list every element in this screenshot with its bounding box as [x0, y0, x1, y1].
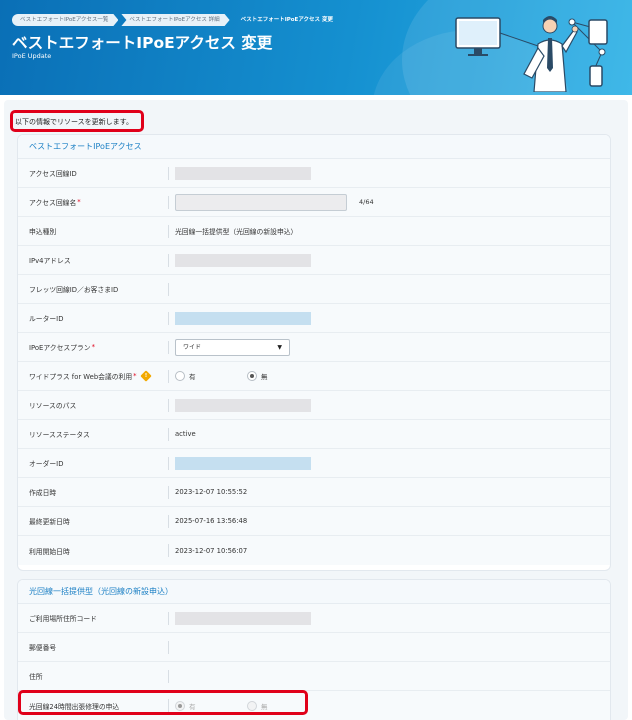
field-value	[175, 449, 311, 477]
row-postal-code: 郵便番号	[18, 633, 610, 662]
radio-button[interactable]	[175, 371, 185, 381]
row-order-id: オーダーID	[18, 449, 610, 478]
row-router-id: ルーターID	[18, 304, 610, 333]
radio-button-checked	[175, 700, 185, 711]
char-counter: 4/64	[359, 198, 374, 206]
row-started-at: 利用開始日時 2023-12-07 10:56:07	[18, 536, 610, 565]
field-value: active	[175, 430, 196, 438]
field-label: オーダーID	[29, 460, 64, 468]
field-value: 4/64	[175, 188, 374, 216]
info-diamond-icon[interactable]: !	[139, 370, 152, 382]
required-mark: *	[91, 343, 95, 351]
breadcrumb: ベストエフォートIPoEアクセス一覧 ベストエフォートIPoEアクセス 詳細 ベ…	[12, 14, 343, 26]
breadcrumb-item-detail[interactable]: ベストエフォートIPoEアクセス 詳細	[121, 14, 229, 26]
wide-plus-option-yes[interactable]: 有	[175, 371, 247, 381]
field-value	[175, 391, 311, 419]
row-ipoe-plan: IPoEアクセスプラン * ワイド ▼	[18, 333, 610, 362]
redacted-value	[175, 311, 311, 325]
access-line-name-input[interactable]	[175, 193, 347, 211]
row-repair-24h: 光回線24時間出張修理の申込 有 無	[18, 691, 610, 720]
redacted-value	[175, 253, 311, 267]
ipoe-plan-select[interactable]: ワイド ▼	[175, 338, 290, 356]
row-address: 住所	[18, 662, 610, 691]
field-value: 2025-07-16 13:56:48	[175, 517, 248, 525]
field-value: 有 無	[175, 691, 319, 720]
field-value: ワイド ▼	[175, 333, 290, 361]
businessman-devices-illustration	[455, 16, 608, 92]
wide-plus-option-no[interactable]: 無	[247, 371, 319, 381]
section-title: 光回線一括提供型（光回線の新設申込）	[18, 580, 610, 604]
row-ipv4: IPv4アドレス	[18, 246, 610, 275]
field-label: 最終更新日時	[29, 518, 70, 526]
intro-text: 以下の情報でリソースを更新します。	[15, 118, 133, 126]
redacted-value	[175, 398, 311, 412]
row-application-type: 申込種別 光回線一括提供型（光回線の新設申込）	[18, 217, 610, 246]
field-value	[175, 246, 311, 274]
field-value: 光回線一括提供型（光回線の新設申込）	[175, 228, 298, 236]
field-label: 住所	[29, 673, 43, 681]
field-label: 光回線24時間出張修理の申込	[29, 702, 120, 711]
field-value: 有 無	[175, 362, 319, 390]
required-mark: *	[77, 198, 81, 206]
row-access-line-name: アクセス回線名 * 4/64	[18, 188, 610, 217]
field-label: 作成日時	[29, 489, 57, 497]
field-label: IPoEアクセスプラン *	[29, 343, 95, 352]
field-label: 利用開始日時	[29, 547, 70, 556]
row-address-code: ご利用場所住所コード	[18, 604, 610, 633]
page-subtitle: IPoE Update	[12, 52, 52, 60]
field-value	[175, 304, 311, 332]
row-wide-plus: ワイドプラス for Web会議の利用 *! 有 無	[18, 362, 610, 391]
breadcrumb-item-current: ベストエフォートIPoEアクセス 変更	[240, 17, 333, 23]
field-label: IPv4アドレス	[29, 257, 71, 265]
selected-option: ワイド	[183, 343, 202, 351]
row-access-line-id: アクセス回線ID	[18, 159, 610, 188]
repair-option-no: 無	[247, 700, 319, 711]
section-fiber-bundle: 光回線一括提供型（光回線の新設申込） ご利用場所住所コード 郵便番号 住所 光回…	[17, 579, 611, 720]
row-resource-path: リソースのパス	[18, 391, 610, 420]
field-label: アクセス回線ID	[29, 170, 77, 178]
field-label: リソースのパス	[29, 402, 77, 410]
radio-button-checked[interactable]	[247, 371, 257, 381]
section-title: ベストエフォートIPoEアクセス	[18, 135, 610, 159]
field-value: 2023-12-07 10:55:52	[175, 488, 248, 496]
required-mark: *	[133, 372, 137, 380]
field-value	[175, 604, 311, 632]
row-updated-at: 最終更新日時 2025-07-16 13:56:48	[18, 507, 610, 536]
field-label: フレッツ回線ID／お客さまID	[29, 286, 119, 294]
field-label: 郵便番号	[29, 644, 57, 652]
radio-button	[247, 700, 257, 711]
field-label: ご利用場所住所コード	[29, 615, 97, 623]
page-header: ベストエフォートIPoEアクセス一覧 ベストエフォートIPoEアクセス 詳細 ベ…	[0, 0, 632, 95]
field-value: 2023-12-07 10:56:07	[175, 546, 248, 555]
row-created-at: 作成日時 2023-12-07 10:55:52	[18, 478, 610, 507]
wide-plus-radio-group: 有 無	[175, 371, 319, 381]
page-title: ベストエフォートIPoEアクセス 変更	[12, 34, 273, 52]
field-label: 申込種別	[29, 228, 57, 236]
repair-radio-group: 有 無	[175, 700, 319, 711]
field-value	[175, 159, 311, 187]
breadcrumb-item-list[interactable]: ベストエフォートIPoEアクセス一覧	[12, 14, 118, 26]
redacted-value	[175, 456, 311, 470]
redacted-value	[175, 611, 311, 625]
row-flets-id: フレッツ回線ID／お客さまID	[18, 275, 610, 304]
field-label: ルーターID	[29, 315, 64, 323]
field-label: リソースステータス	[29, 431, 90, 439]
chevron-down-icon: ▼	[277, 343, 282, 351]
row-resource-status: リソースステータス active	[18, 420, 610, 449]
redacted-value	[175, 166, 311, 180]
field-label: ワイドプラス for Web会議の利用 *!	[29, 362, 152, 390]
repair-option-yes: 有	[175, 700, 247, 711]
field-label: アクセス回線名 *	[29, 198, 81, 207]
section-ipoe-access: ベストエフォートIPoEアクセス アクセス回線ID アクセス回線名 * 4/64 …	[17, 134, 611, 571]
